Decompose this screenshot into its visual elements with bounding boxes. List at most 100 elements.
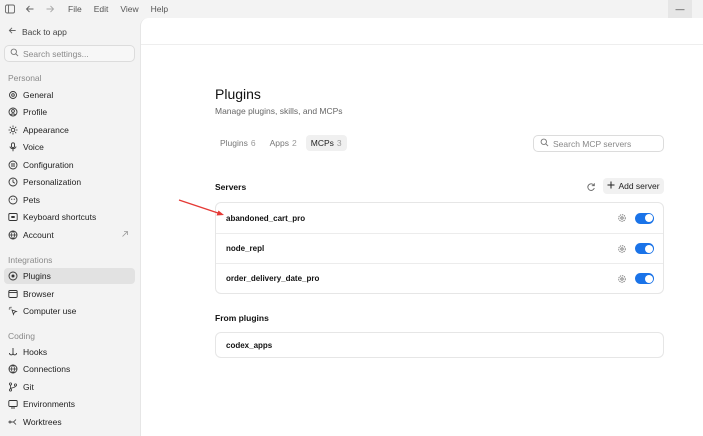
tab-label: Plugins [220,138,248,148]
section-integrations: Integrations [8,255,53,265]
settings-icon [8,90,18,100]
sidebar-item-pets[interactable]: Pets [4,192,135,208]
plugin-servers-list: codex_apps [215,332,664,358]
sidebar-item-label: General [23,90,54,100]
sidebar-item-connections[interactable]: Connections [4,361,135,377]
minimize-glyph: — [675,4,685,14]
sidebar-item-label: Hooks [23,347,48,357]
server-toggle[interactable] [635,212,654,224]
minimize-button[interactable]: — [668,0,692,18]
hooks-icon [8,347,18,357]
environments-icon [8,399,18,409]
server-name: node_repl [226,244,265,253]
pets-icon [8,195,18,205]
sidebar-item-keyboard-shortcuts[interactable]: Keyboard shortcuts [4,209,135,225]
sidebar-toggle-icon[interactable] [3,2,17,16]
gear-icon[interactable] [617,244,627,254]
sidebar-item-label: Appearance [23,125,69,135]
sidebar-item-label: Computer use [23,306,77,316]
tab-mcps[interactable]: MCPs 3 [305,135,347,151]
mcp-search-input[interactable]: Search MCP servers [533,135,664,152]
title-bar: File Edit View Help — [0,0,703,18]
sidebar-item-label: Voice [23,142,44,152]
divider [141,44,703,45]
sidebar-item-label: Browser [23,289,55,299]
sidebar-item-label: Account [23,230,54,240]
back-to-app-label: Back to app [22,26,67,37]
server-toggle[interactable] [635,243,654,254]
server-toggle[interactable] [635,273,654,284]
tab-plugins[interactable]: Plugins 6 [215,135,261,151]
annotation-arrow-icon [178,199,224,216]
external-link-icon [121,230,129,240]
tab-apps[interactable]: Apps 2 [265,135,302,151]
server-name: order_delivery_date_pro [226,274,320,283]
tab-count: 6 [250,138,256,148]
sidebar-item-appearance[interactable]: Appearance [4,122,135,138]
keyboard-icon [8,212,18,222]
arrow-left-icon [8,26,17,37]
server-row[interactable]: node_repl [216,233,663,263]
forward-arrow-icon[interactable] [43,2,57,16]
add-server-button[interactable]: Add server [603,178,664,194]
personalization-icon [8,177,18,187]
mcp-search-placeholder: Search MCP servers [553,138,632,149]
servers-list: abandoned_cart_pro node_repl order_deliv… [215,202,664,294]
gear-icon[interactable] [617,274,627,284]
mic-icon [8,142,18,152]
sidebar-item-git[interactable]: Git [4,379,135,395]
search-icon [10,48,19,59]
servers-heading: Servers [215,182,247,192]
back-to-app-link[interactable]: Back to app [8,26,67,37]
from-plugins-heading: From plugins [215,313,269,323]
gear-icon[interactable] [617,213,627,223]
sidebar-item-computer-use[interactable]: Computer use [4,303,135,319]
sidebar-item-plugins[interactable]: Plugins [4,268,135,284]
tab-label: MCPs [310,138,334,148]
search-icon [540,138,549,149]
menu-edit[interactable]: Edit [94,4,109,14]
cursor-icon [8,306,18,316]
server-row[interactable]: abandoned_cart_pro [216,203,663,233]
plugin-server-row[interactable]: codex_apps [216,333,663,357]
sidebar-item-label: Environments [23,399,75,409]
plus-icon [607,181,615,191]
page-title: Plugins [215,86,261,102]
git-icon [8,382,18,392]
sidebar: Back to app Search settings... Personal … [0,18,139,436]
sidebar-item-hooks[interactable]: Hooks [4,344,135,360]
menu-view[interactable]: View [120,4,138,14]
tab-bar: Plugins 6 Apps 2 MCPs 3 [215,135,347,151]
account-icon [8,230,18,240]
sidebar-item-worktrees[interactable]: Worktrees [4,414,135,430]
sidebar-item-label: Plugins [23,271,51,281]
sidebar-item-personalization[interactable]: Personalization [4,174,135,190]
sidebar-item-profile[interactable]: Profile [4,104,135,120]
menu-file[interactable]: File [68,4,82,14]
sidebar-item-environments[interactable]: Environments [4,396,135,412]
menu-help[interactable]: Help [151,4,168,14]
refresh-icon[interactable] [585,181,597,193]
sidebar-item-label: Personalization [23,177,82,187]
browser-icon [8,289,18,299]
sliders-icon [8,160,18,170]
globe-icon [8,364,18,374]
server-row[interactable]: order_delivery_date_pro [216,263,663,293]
sidebar-item-voice[interactable]: Voice [4,139,135,155]
sidebar-item-configuration[interactable]: Configuration [4,157,135,173]
section-personal: Personal [8,73,42,83]
back-arrow-icon[interactable] [23,2,37,16]
sidebar-item-general[interactable]: General [4,87,135,103]
server-name: abandoned_cart_pro [226,213,306,223]
sidebar-item-label: Worktrees [23,417,62,427]
profile-icon [8,107,18,117]
server-name: codex_apps [226,340,273,350]
sidebar-item-account[interactable]: Account [4,227,135,243]
sidebar-item-label: Git [23,382,34,392]
settings-search-input[interactable]: Search settings... [4,45,135,62]
tab-count: 2 [292,138,297,148]
sidebar-item-label: Keyboard shortcuts [23,212,97,222]
page-subtitle: Manage plugins, skills, and MCPs [215,106,343,116]
worktrees-icon [8,417,18,427]
sidebar-item-browser[interactable]: Browser [4,286,135,302]
